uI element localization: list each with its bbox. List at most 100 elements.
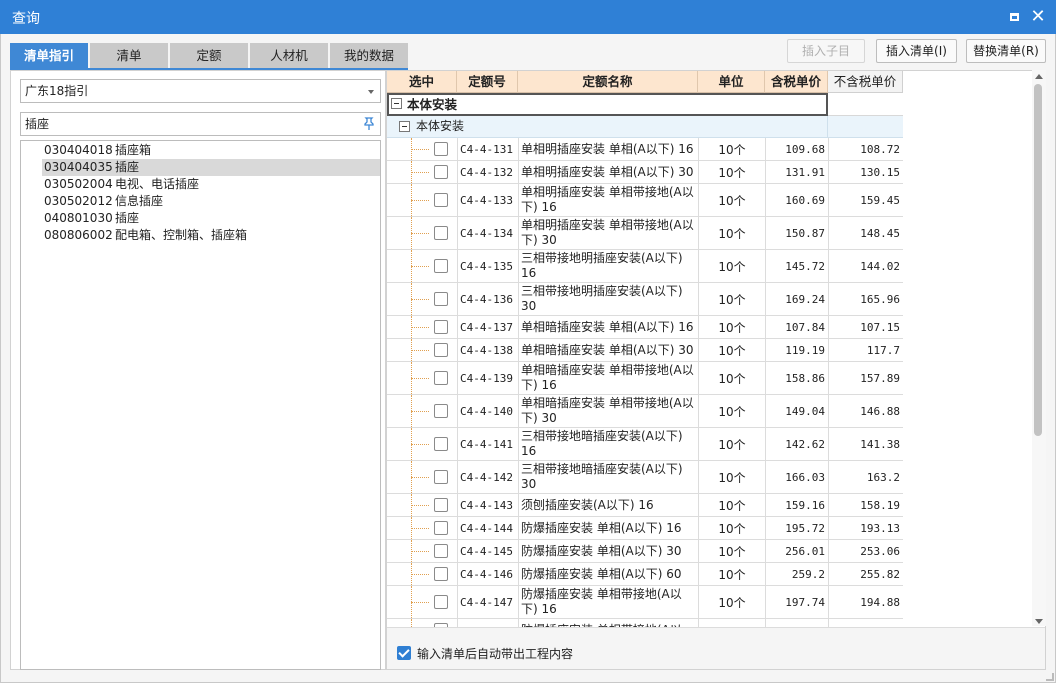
tab-materials[interactable]: 人材机 — [250, 43, 328, 69]
list-item[interactable]: 040801030 插座 — [42, 210, 380, 227]
group-row-level1[interactable]: 本体安装 — [387, 93, 828, 116]
row-checkbox[interactable] — [434, 567, 448, 581]
row-checkbox[interactable] — [434, 343, 448, 357]
quota-code-cell: C4-4-131 — [457, 138, 518, 160]
price-tax-cell-text: 119.19 — [785, 343, 825, 357]
list-item[interactable]: 030404018 插座箱 — [42, 142, 380, 159]
tab-list-guide[interactable]: 清单指引 — [10, 43, 88, 69]
unit-cell: 10个 — [698, 517, 765, 539]
quota-code-cell: C4-4-143 — [457, 494, 518, 516]
list-item[interactable]: 030404035 插座 — [42, 159, 380, 176]
price-tax-cell-text: 169.24 — [785, 292, 825, 306]
list-item[interactable]: 080806002 配电箱、控制箱、插座箱 — [42, 227, 380, 244]
row-checkbox[interactable] — [434, 437, 448, 451]
scroll-down-icon[interactable] — [1035, 619, 1043, 624]
quota-name-cell: 三相带接地明插座安装(A以下) 30 — [518, 283, 698, 315]
list-item-name: 插座 — [115, 211, 140, 225]
search-input[interactable]: 插座 — [20, 112, 381, 136]
table-row[interactable]: C4-4-133 单相明插座安装 单相带接地(A以下) 16 10个 160.69 15… — [387, 184, 903, 217]
col-header-code[interactable]: 定额号 — [457, 71, 518, 93]
unit-cell: 10个 — [698, 362, 765, 394]
resize-grip[interactable] — [1046, 673, 1054, 681]
row-checkbox[interactable] — [434, 142, 448, 156]
table-row[interactable]: C4-4-145 防爆插座安装 单相(A以下) 30 10个 256.01 253.06 — [387, 540, 903, 563]
auto-content-checkbox[interactable] — [397, 646, 411, 660]
price-notax-cell: 141.38 — [828, 428, 903, 460]
row-checkbox[interactable] — [434, 320, 448, 334]
price-tax-cell-text: 166.03 — [785, 470, 825, 484]
table-row[interactable]: C4-4-136 三相带接地明插座安装(A以下) 30 10个 169.24 165.9… — [387, 283, 903, 316]
row-checkbox[interactable] — [434, 595, 448, 609]
replace-list-button[interactable]: 替换清单(R) — [966, 39, 1046, 63]
table-row[interactable]: C4-4-135 三相带接地明插座安装(A以下) 16 10个 145.72 144.0… — [387, 250, 903, 283]
title-bar: 查询 ✕ — [0, 0, 1056, 34]
quota-code-cell-text: C4-4-145 — [460, 544, 513, 558]
tree-line — [411, 378, 429, 379]
close-icon[interactable]: ✕ — [1028, 7, 1048, 27]
tab-quota[interactable]: 定额 — [170, 43, 248, 69]
guide-select[interactable]: 广东18指引 — [20, 79, 381, 103]
col-header-unit[interactable]: 单位 — [698, 71, 765, 93]
insert-list-button[interactable]: 插入清单(I) — [876, 39, 957, 63]
quota-code-cell-text: C4-4-141 — [460, 437, 513, 451]
row-checkbox[interactable] — [434, 259, 448, 273]
collapse-icon[interactable] — [391, 98, 402, 109]
row-checkbox[interactable] — [434, 165, 448, 179]
list-item-code: 030502012 — [44, 194, 113, 208]
scroll-up-icon[interactable] — [1035, 74, 1043, 79]
table-row[interactable]: C4-4-141 三相带接地暗插座安装(A以下) 16 10个 142.62 141.3… — [387, 428, 903, 461]
table-row[interactable]: C4-4-144 防爆插座安装 单相(A以下) 16 10个 195.72 193.13 — [387, 517, 903, 540]
table-row[interactable]: C4-4-142 三相带接地暗插座安装(A以下) 30 10个 166.03 163.2 — [387, 461, 903, 494]
table-row[interactable]: C4-4-132 单相明插座安装 单相(A以下) 30 10个 131.91 130.1… — [387, 161, 903, 184]
col-header-select[interactable]: 选中 — [387, 71, 457, 93]
quota-name-cell: 单相暗插座安装 单相带接地(A以下) 16 — [518, 362, 698, 394]
pin-icon[interactable] — [362, 117, 376, 131]
unit-cell-text: 10个 — [718, 470, 746, 485]
table-row[interactable]: C4-4-139 单相暗插座安装 单相带接地(A以下) 16 10个 158.86 15… — [387, 362, 903, 395]
tree-line — [411, 619, 412, 627]
unit-cell-text: 10个 — [718, 142, 746, 157]
table-row[interactable]: C4-4-146 防爆插座安装 单相(A以下) 60 10个 259.2 255.82 — [387, 563, 903, 586]
table-row[interactable]: C4-4-131 单相明插座安装 单相(A以下) 16 10个 109.68 108.7… — [387, 138, 903, 161]
tab-list[interactable]: 清单 — [90, 43, 168, 69]
quota-code-cell-text: C4-4-139 — [460, 371, 513, 385]
row-checkbox[interactable] — [434, 498, 448, 512]
row-checkbox[interactable] — [434, 544, 448, 558]
col-header-name[interactable]: 定额名称 — [518, 71, 698, 93]
list-item[interactable]: 030502012 信息插座 — [42, 193, 380, 210]
col-header-price-tax[interactable]: 含税单价 — [765, 71, 828, 93]
vertical-scrollbar[interactable] — [1032, 70, 1046, 626]
price-notax-cell: 146.88 — [828, 395, 903, 427]
group-row-level2[interactable]: 本体安装 — [387, 116, 903, 138]
insert-sub-button[interactable]: 插入子目 — [787, 39, 865, 63]
row-checkbox[interactable] — [434, 226, 448, 240]
row-checkbox[interactable] — [434, 521, 448, 535]
price-notax-cell-text: 255.82 — [860, 567, 900, 581]
row-checkbox[interactable] — [434, 292, 448, 306]
table-row[interactable]: C4-4-140 单相暗插座安装 单相带接地(A以下) 30 10个 149.04 14… — [387, 395, 903, 428]
quota-name-cell: 防爆插座安装 单相(A以下) 30 — [518, 540, 698, 562]
col-header-price-notax[interactable]: 不含税单价 — [828, 71, 903, 93]
row-checkbox[interactable] — [434, 470, 448, 484]
collapse-icon[interactable] — [399, 121, 410, 132]
table-row[interactable]: C4-4-143 须刨插座安装(A以下) 16 10个 159.16 158.19 — [387, 494, 903, 517]
maximize-icon[interactable] — [1005, 7, 1025, 27]
table-row[interactable]: C4-4-137 单相暗插座安装 单相(A以下) 16 10个 107.84 107.1… — [387, 316, 903, 339]
unit-cell: 10个 — [698, 184, 765, 216]
quota-code-cell-text: C4-4-138 — [460, 343, 513, 357]
row-checkbox[interactable] — [434, 371, 448, 385]
price-notax-cell-text: 146.88 — [860, 404, 900, 418]
price-notax-cell-text: 193.13 — [860, 521, 900, 535]
price-tax-cell-text: 158.86 — [785, 371, 825, 385]
table-row[interactable]: C4-4-134 单相明插座安装 单相带接地(A以下) 30 10个 150.87 14… — [387, 217, 903, 250]
tab-my-data[interactable]: 我的数据 — [330, 43, 408, 69]
row-checkbox[interactable] — [434, 404, 448, 418]
table-row[interactable]: C4-4-147 防爆插座安装 单相带接地(A以下) 16 10个 197.74 194… — [387, 586, 903, 619]
list-item[interactable]: 030502004 电视、电话插座 — [42, 176, 380, 193]
table-row[interactable]: 防爆插座安装 单相带接地(A以 — [387, 619, 903, 627]
price-notax-cell-text: 253.06 — [860, 544, 900, 558]
scroll-thumb[interactable] — [1034, 84, 1042, 436]
list-item-name: 插座 — [115, 160, 140, 174]
table-row[interactable]: C4-4-138 单相暗插座安装 单相(A以下) 30 10个 119.19 117.7 — [387, 339, 903, 362]
row-checkbox[interactable] — [434, 193, 448, 207]
